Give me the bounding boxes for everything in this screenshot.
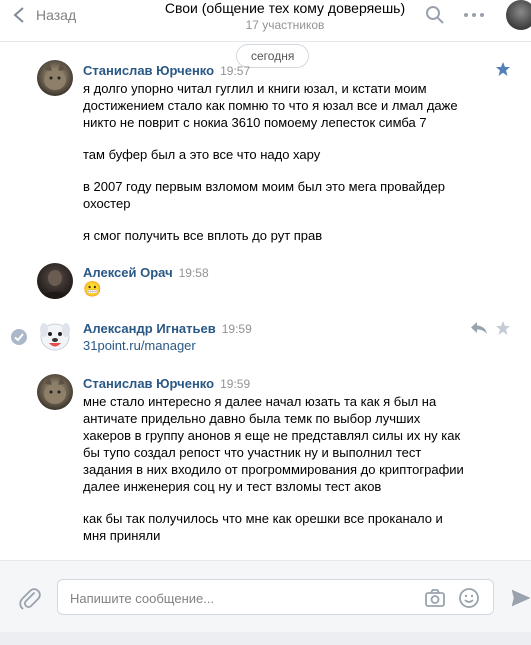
bottom-strip [0,632,531,645]
emoji: 😬 [83,281,102,298]
message-time: 19:59 [220,377,251,391]
chevron-left-icon [13,7,24,23]
message-time: 19:59 [221,322,252,336]
person-photo-icon [42,270,68,299]
star-icon[interactable] [495,61,511,77]
message-paragraph: в 2007 году первым взломом моим был это … [83,179,445,211]
cat-photo-icon [44,62,66,90]
back-button[interactable]: Назад [12,4,76,26]
author-name[interactable]: Алексей Орач [83,265,173,280]
dog-mascot-icon [40,323,70,351]
message-text: 31point.ru/manager [83,337,483,354]
emoji-icon[interactable] [458,587,480,609]
message-composer [0,560,531,632]
message-paragraph: я долго упорно читал гуглил и книги юзал… [83,81,458,130]
cat-photo-icon [44,376,66,404]
message-text: я долго упорно читал гуглил и книги юзал… [83,80,503,259]
message-input-box[interactable] [57,579,494,615]
chat-window: Назад Свои (общение тех кому доверяешь) … [0,0,531,645]
message-text: мне стало интересно я далее начал юзать … [83,393,503,559]
star-icon[interactable] [495,320,511,336]
author-name[interactable]: Станислав Юрченко [83,376,214,391]
chat-title-block[interactable]: Свои (общение тех кому доверяешь) 17 уча… [160,0,410,33]
message-paragraph: как бы так получилось что мне как орешки… [83,511,443,543]
chat-header: Назад Свои (общение тех кому доверяешь) … [0,0,531,42]
selected-check-icon[interactable] [11,329,27,345]
message-author[interactable]: Станислав Юрченко 19:59 [83,376,250,392]
participants-count: 17 участников [245,18,325,32]
avatar[interactable] [37,318,73,354]
reply-icon[interactable] [470,321,488,335]
message-author[interactable]: Алексей Орач 19:58 [83,265,209,281]
avatar[interactable] [37,263,73,299]
author-name[interactable]: Станислав Юрченко [83,63,214,78]
author-name[interactable]: Александр Игнатьев [83,321,216,336]
message-author[interactable]: Станислав Юрченко 19:57 [83,63,250,79]
message-input[interactable] [70,588,410,608]
message-link[interactable]: 31point.ru/manager [83,338,196,353]
camera-icon[interactable] [424,587,446,609]
message-author[interactable]: Александр Игнатьев 19:59 [83,321,252,337]
message-paragraph: я смог получить все вплоть до рут прав [83,228,323,243]
message-paragraph: там буфер был а это все что надо хару [83,147,321,162]
search-icon[interactable] [425,5,445,25]
back-label: Назад [36,7,77,23]
send-icon[interactable] [510,587,531,609]
chat-title: Свои (общение тех кому доверяешь) [164,0,406,16]
message-time: 19:57 [220,64,251,78]
message-paragraph: мне стало интересно я далее начал юзать … [83,394,464,494]
paperclip-icon[interactable] [18,587,42,611]
message-time: 19:58 [178,266,209,280]
message-text: 😬 [83,281,483,298]
avatar[interactable] [37,374,73,410]
avatar[interactable] [37,60,73,96]
more-icon[interactable] [460,5,488,25]
chat-avatar[interactable] [506,0,531,30]
